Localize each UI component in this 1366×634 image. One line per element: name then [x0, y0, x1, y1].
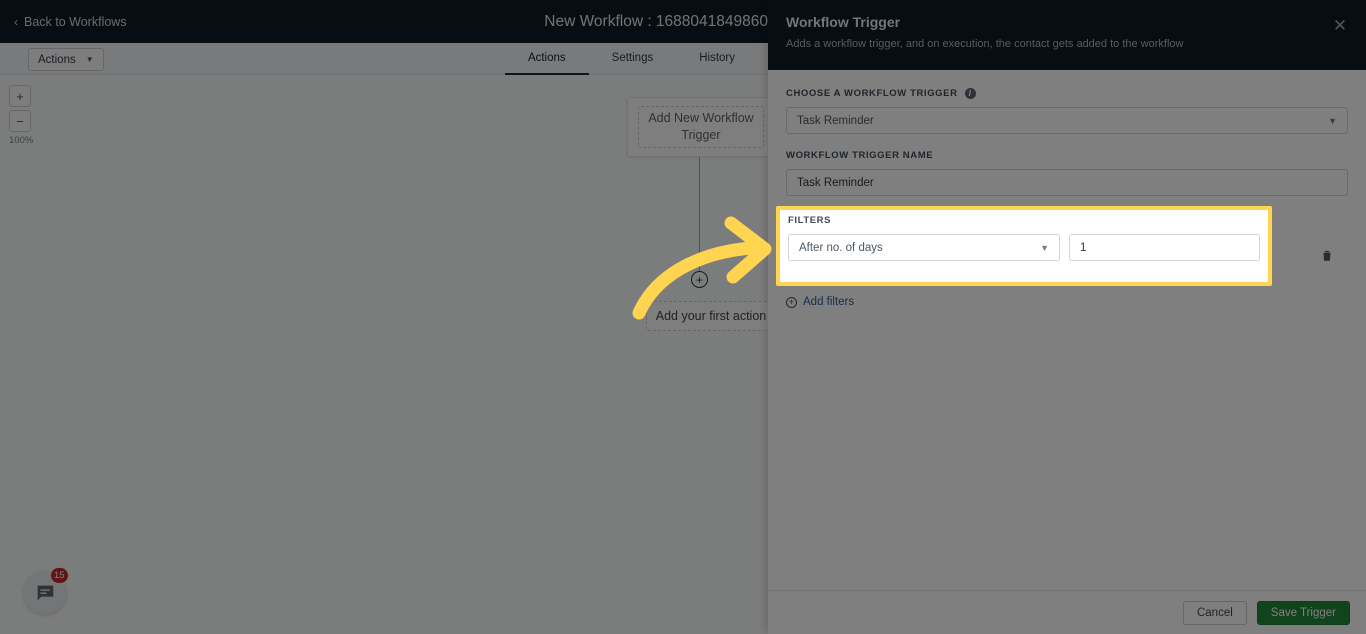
filter-value-wrap [1069, 234, 1260, 261]
panel-subtitle: Adds a workflow trigger, and on executio… [786, 38, 1184, 50]
first-action-node-label: Add your first action [655, 309, 767, 323]
trash-icon [1323, 250, 1331, 261]
app-root: ‹ Back to Workflows New Workflow : 16880… [0, 0, 1366, 634]
workflow-title: New Workflow : 1688041849860 [544, 13, 768, 30]
trigger-select-value: Task Reminder [797, 114, 874, 127]
filter-condition-select[interactable]: After no. of days ▼ [788, 234, 1060, 261]
first-action-node[interactable]: Add your first action [646, 301, 776, 331]
add-filters-label: Add filters [803, 296, 855, 308]
tab-settings[interactable]: Settings [589, 43, 677, 75]
actions-dropdown-label: Actions [38, 53, 76, 66]
cancel-button[interactable]: Cancel [1182, 600, 1247, 625]
tab-actions-label: Actions [527, 52, 566, 64]
filters-label: FILTERS [788, 215, 832, 226]
tab-history-label: History [699, 52, 735, 64]
panel-footer: Cancel Save Trigger [768, 590, 1366, 634]
trigger-name-label-text: WORKFLOW TRIGGER NAME [786, 150, 934, 161]
app-subbar: Actions ▼ Actions Settings History [0, 43, 768, 75]
close-icon[interactable]: ✕ [1330, 15, 1350, 35]
tab-history[interactable]: History [676, 43, 758, 75]
filter-condition-value: After no. of days [799, 241, 883, 254]
workflow-trigger-node-label: Add New Workflow Trigger [638, 106, 764, 148]
chevron-down-icon: ▼ [85, 55, 94, 64]
filter-row: After no. of days ▼ [788, 234, 1260, 261]
add-filters-link[interactable]: + Add filters [786, 296, 1348, 308]
trigger-name-input[interactable] [786, 169, 1348, 196]
panel-title: Workflow Trigger [786, 14, 901, 30]
filters-highlight-box: FILTERS After no. of days ▼ [776, 206, 1272, 286]
workflow-trigger-node[interactable]: Add New Workflow Trigger [627, 97, 775, 157]
filter-value-input[interactable] [1069, 234, 1260, 261]
workflow-canvas[interactable]: + − 100% Add New Workflow Trigger + Add … [0, 75, 776, 634]
trigger-select-label-text: CHOOSE A WORKFLOW TRIGGER [786, 88, 958, 99]
workflow-flow: Add New Workflow Trigger + Add your firs… [0, 75, 776, 634]
chat-unread-badge: 15 [50, 567, 69, 584]
plus-circle-icon: + [786, 296, 797, 308]
chevron-down-icon: ▼ [1040, 242, 1049, 253]
trigger-name-label: WORKFLOW TRIGGER NAME [786, 150, 1348, 161]
trigger-select[interactable]: Task Reminder ▼ [786, 107, 1348, 134]
workflow-trigger-panel: Workflow Trigger Adds a workflow trigger… [768, 0, 1366, 634]
filter-condition-wrap: After no. of days ▼ [788, 234, 1060, 261]
flow-connector [699, 157, 700, 271]
tab-actions[interactable]: Actions [504, 43, 589, 75]
trigger-select-label: CHOOSE A WORKFLOW TRIGGER i [786, 88, 1348, 99]
delete-filter-button[interactable] [1320, 248, 1336, 264]
plus-circle-icon: + [695, 272, 703, 287]
panel-header: Workflow Trigger Adds a workflow trigger… [768, 0, 1366, 70]
actions-dropdown-button[interactable]: Actions ▼ [28, 48, 104, 71]
tab-bar: Actions Settings History [504, 43, 758, 75]
chevron-down-icon: ▼ [1328, 115, 1337, 126]
tab-settings-label: Settings [611, 52, 654, 64]
save-trigger-button[interactable]: Save Trigger [1256, 600, 1350, 625]
add-step-button[interactable]: + [691, 271, 708, 288]
chat-bubble-icon [36, 585, 54, 601]
panel-body: CHOOSE A WORKFLOW TRIGGER i Task Reminde… [768, 70, 1366, 590]
info-icon[interactable]: i [964, 88, 976, 99]
